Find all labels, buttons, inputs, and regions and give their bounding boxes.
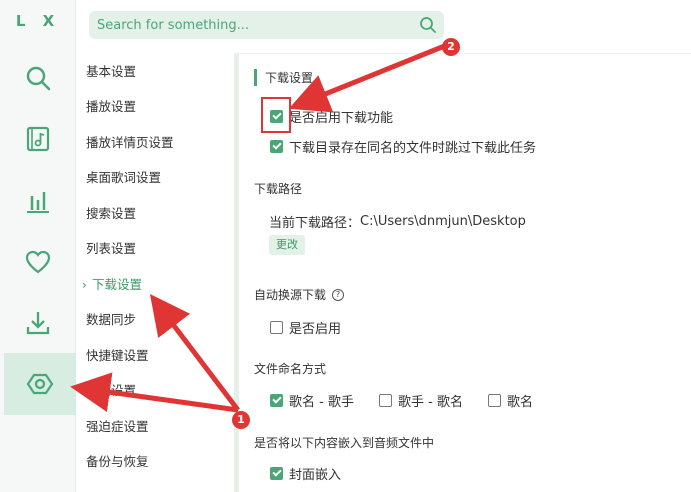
section-title-path: 下载路径 — [254, 182, 303, 196]
nav-item-ocd[interactable]: 强迫症设置 — [86, 415, 149, 439]
annotation-badge-1: 1 — [232, 411, 250, 429]
nav-item-play[interactable]: 播放设置 — [86, 95, 136, 119]
rail-favorite-button[interactable] — [0, 231, 76, 293]
skip-existing-label: 下载目录存在同名的文件时跳过下载此任务 — [289, 141, 537, 156]
settings-nav: 基本设置 播放设置 播放详情页设置 桌面歌词设置 搜索设置 列表设置 › 下载设置… — [76, 53, 234, 492]
icon-rail: L X — [0, 0, 76, 492]
search-icon[interactable] — [418, 15, 438, 35]
nav-item-sync[interactable]: 数据同步 — [86, 308, 136, 332]
download-icon — [26, 312, 50, 335]
nav-item-download-label: 下载设置 — [92, 277, 143, 292]
embed-cover-row[interactable]: 封面嵌入 — [270, 464, 341, 483]
section-title-naming: 文件命名方式 — [254, 362, 327, 376]
auto-source-title: 自动换源下载 — [254, 288, 327, 302]
nav-item-network[interactable]: 网络设置 — [86, 379, 136, 403]
embed-cover-checkbox[interactable] — [270, 467, 283, 480]
search-input[interactable] — [89, 11, 409, 39]
naming-song-checkbox[interactable] — [488, 394, 501, 407]
current-path-label: 当前下载路径： — [269, 216, 361, 231]
section-title-embed: 是否将以下内容嵌入到音频文件中 — [254, 436, 435, 450]
rail-search-button[interactable] — [0, 47, 76, 109]
nav-item-basic[interactable]: 基本设置 — [86, 60, 136, 84]
naming-song-label: 歌名 — [507, 395, 534, 410]
rail-settings-button[interactable] — [4, 353, 76, 415]
chevron-right-icon: › — [82, 278, 87, 292]
naming-option-artist-song[interactable]: 歌手 - 歌名 — [379, 391, 463, 410]
skip-existing-checkbox[interactable] — [270, 140, 283, 153]
naming-artist-song-checkbox[interactable] — [379, 394, 392, 407]
nav-item-backup[interactable]: 备份与恢复 — [86, 450, 149, 474]
skip-existing-row[interactable]: 下载目录存在同名的文件时跳过下载此任务 — [270, 137, 536, 156]
auto-source-label: 是否启用 — [289, 322, 342, 337]
rail-download-button[interactable] — [0, 292, 76, 354]
naming-song-artist-checkbox[interactable] — [270, 394, 283, 407]
rail-songlist-button[interactable] — [0, 108, 76, 170]
nav-item-search[interactable]: 搜索设置 — [86, 202, 136, 226]
nav-item-list[interactable]: 列表设置 — [86, 237, 136, 261]
naming-song-artist-label: 歌名 - 歌手 — [289, 395, 354, 410]
app-logo: L X — [15, 12, 61, 30]
section-title-download: 下载设置 — [254, 69, 313, 86]
music-list-icon — [26, 126, 50, 152]
section-title-auto-source: 自动换源下载 ? — [254, 286, 345, 303]
nav-item-play-detail[interactable]: 播放详情页设置 — [86, 131, 174, 155]
current-path-value: C:\Users\dnmjun\Desktop — [360, 214, 526, 229]
current-path-row: 当前下载路径： C:\Users\dnmjun\Desktop — [269, 212, 526, 231]
settings-content: 下载设置 是否启用下载功能 下载目录存在同名的文件时跳过下载此任务 下载路径 当… — [240, 54, 691, 492]
nav-item-hotkey[interactable]: 快捷键设置 — [86, 344, 149, 368]
settings-icon — [26, 373, 54, 395]
nav-item-desktop-lyric[interactable]: 桌面歌词设置 — [86, 166, 161, 190]
naming-option-song[interactable]: 歌名 — [488, 391, 533, 410]
help-icon[interactable]: ? — [332, 288, 345, 301]
auto-source-row[interactable]: 是否启用 — [270, 318, 341, 337]
naming-artist-song-label: 歌手 - 歌名 — [398, 395, 463, 410]
annotation-badge-2: 2 — [442, 38, 460, 56]
annotation-highlight-box — [261, 97, 291, 133]
naming-option-song-artist[interactable]: 歌名 - 歌手 — [270, 391, 354, 410]
change-path-button[interactable]: 更改 — [269, 235, 305, 255]
search-bar — [89, 11, 444, 39]
enable-download-label: 是否启用下载功能 — [289, 111, 394, 126]
nav-item-download[interactable]: › 下载设置 — [82, 273, 142, 297]
rail-leaderboard-button[interactable] — [0, 170, 76, 232]
chart-icon — [27, 192, 49, 213]
search-icon — [26, 66, 51, 91]
auto-source-checkbox[interactable] — [270, 321, 283, 334]
embed-cover-label: 封面嵌入 — [289, 468, 342, 483]
heart-icon — [25, 250, 51, 274]
